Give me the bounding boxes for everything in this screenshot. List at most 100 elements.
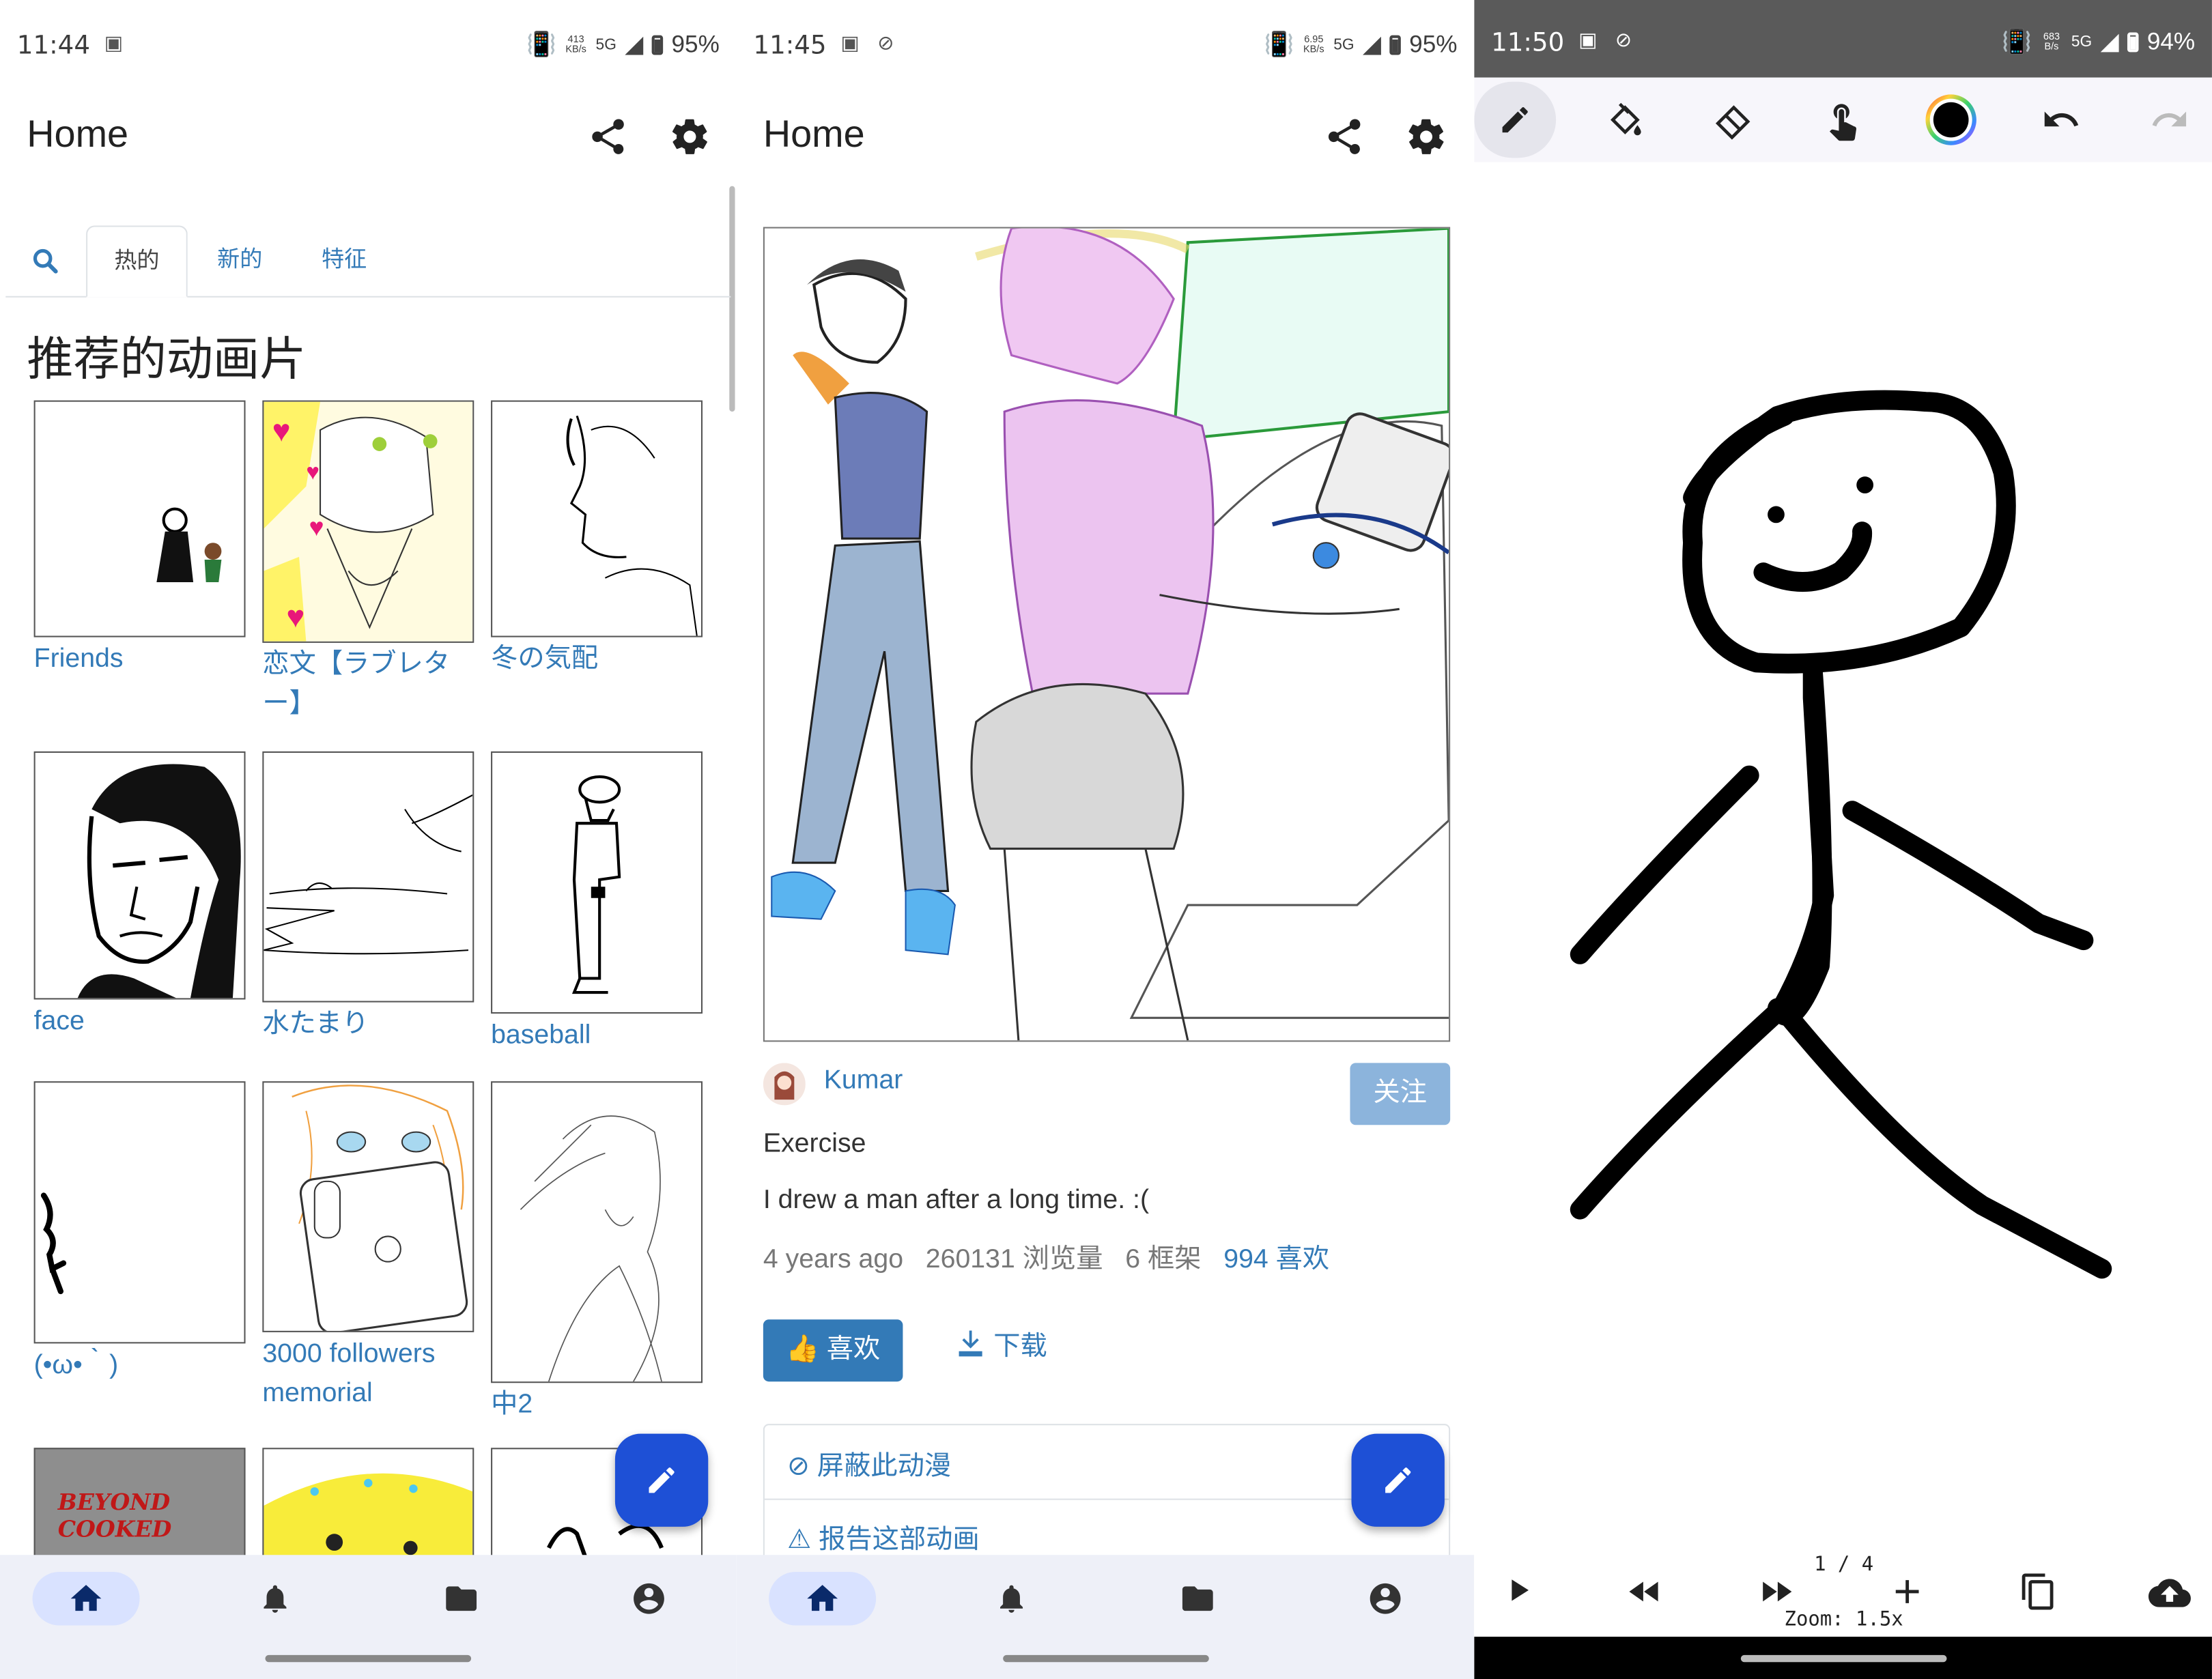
status-bar: 11:50 ▣ ⊘ 📳 683 B/s 5G 94%	[1474, 0, 2212, 78]
nav-home[interactable]	[32, 1572, 140, 1626]
nav-notifications[interactable]	[958, 1572, 1065, 1625]
app-bar: Home	[0, 90, 737, 180]
tab-new[interactable]: 新的	[197, 225, 282, 296]
nav-profile[interactable]	[595, 1572, 703, 1625]
network-speed: 413 KB/s	[565, 35, 586, 55]
animation-thumbnail[interactable]	[491, 400, 703, 637]
animation-thumbnail[interactable]	[491, 751, 703, 1014]
tab-hot[interactable]: 热的	[86, 225, 188, 298]
like-count[interactable]: 994 喜欢	[1223, 1245, 1329, 1274]
like-button[interactable]: 👍 喜欢	[763, 1319, 903, 1382]
nav-notifications[interactable]	[221, 1572, 328, 1625]
move-tool[interactable]	[1802, 82, 1884, 158]
animation-canvas[interactable]	[763, 227, 1451, 1042]
create-fab[interactable]	[1351, 1433, 1445, 1527]
gear-icon[interactable]	[1405, 115, 1447, 158]
animation-thumbnail[interactable]	[33, 400, 246, 637]
gear-icon[interactable]	[668, 115, 711, 158]
animation-card[interactable]: 冬の気配	[491, 400, 703, 680]
play-icon	[1512, 1579, 1529, 1601]
fill-tool[interactable]	[1584, 82, 1666, 158]
animation-stats: 4 years ago 260131 浏览量 6 框架 994 喜欢	[763, 1238, 1329, 1276]
scrollbar[interactable]	[729, 186, 735, 412]
status-time: 11:44	[16, 31, 90, 61]
svg-text:♥: ♥	[306, 459, 320, 485]
animation-card[interactable]: 中2	[491, 1081, 703, 1425]
drawing-canvas[interactable]	[1474, 162, 2212, 1544]
gesture-bar	[1740, 1654, 1946, 1663]
animation-title[interactable]: face	[34, 1003, 246, 1042]
animation-thumbnail[interactable]: ♥ ♥ ♥ ♥	[262, 400, 474, 643]
report-animation-item[interactable]: ⚠ 报告这部动画	[787, 1519, 980, 1557]
color-picker[interactable]	[1910, 82, 1992, 158]
animation-card[interactable]: 3000 followers memorial	[262, 1081, 474, 1413]
battery-level: 95%	[671, 31, 720, 58]
previous-frame-button[interactable]	[1625, 1572, 1664, 1618]
nav-folder[interactable]	[1144, 1572, 1251, 1625]
follow-button[interactable]: 关注	[1350, 1063, 1451, 1125]
animation-title[interactable]: (•ω•｀)	[34, 1347, 246, 1386]
block-animation-item[interactable]: ⊘ 屏蔽此动漫	[787, 1445, 951, 1483]
tab-featured[interactable]: 特征	[302, 225, 386, 296]
signal-icon	[625, 35, 644, 55]
signal-icon	[1362, 35, 1381, 55]
network-type: 5G	[2071, 33, 2093, 51]
animation-card[interactable]: baseball	[491, 751, 703, 1056]
drawing-editor-panel: 11:50 ▣ ⊘ 📳 683 B/s 5G 94% 1 / 4 Zoom: 1…	[1474, 0, 2212, 1679]
vibrate-icon: 📳	[2002, 28, 2032, 55]
download-icon	[959, 1330, 982, 1357]
thumbs-up-icon: 👍	[785, 1335, 819, 1365]
animation-thumbnail[interactable]	[491, 1081, 703, 1383]
animation-card[interactable]: ♥ ♥ ♥ ♥ 恋文【ラブレター】	[262, 400, 474, 725]
share-icon[interactable]	[1323, 115, 1365, 158]
battery-icon	[651, 35, 664, 55]
animation-thumbnail[interactable]	[33, 751, 246, 1000]
animation-card[interactable]: face	[33, 751, 246, 1042]
redo-button[interactable]	[2129, 82, 2211, 158]
home-icon	[70, 1585, 102, 1611]
sync-icon: ⊘	[877, 31, 894, 54]
animation-card[interactable]: 水たまり	[262, 751, 474, 1045]
nav-home[interactable]	[769, 1572, 877, 1626]
animation-title[interactable]: 恋文【ラブレター】	[262, 646, 474, 725]
create-fab[interactable]	[614, 1433, 709, 1527]
search-icon[interactable]	[31, 246, 59, 274]
pen-tool[interactable]	[1474, 81, 1557, 158]
bottom-navigation	[736, 1555, 1475, 1679]
nav-profile[interactable]	[1332, 1572, 1439, 1625]
animation-thumbnail[interactable]	[262, 1081, 474, 1332]
animation-title: Exercise	[763, 1129, 866, 1159]
author-avatar[interactable]	[763, 1063, 806, 1106]
animation-card[interactable]: (•ω•｀)	[33, 1081, 246, 1386]
app-bar: Home	[737, 90, 1475, 180]
animation-thumbnail[interactable]	[262, 751, 474, 1003]
duplicate-frame-button[interactable]	[2019, 1572, 2058, 1618]
undo-button[interactable]	[2020, 82, 2102, 158]
upload-button[interactable]	[2148, 1572, 2191, 1621]
system-navigation-bar	[1474, 1637, 2212, 1679]
animation-title[interactable]: Friends	[34, 640, 246, 680]
gesture-bar	[1002, 1654, 1208, 1663]
nav-folder[interactable]	[408, 1572, 515, 1625]
page-title: Home	[763, 113, 865, 156]
undo-icon	[2044, 111, 2079, 127]
folder-icon	[1182, 1586, 1213, 1611]
animation-title[interactable]: 冬の気配	[491, 640, 703, 680]
download-label: 下载	[993, 1332, 1047, 1362]
author-name[interactable]: Kumar	[824, 1066, 903, 1097]
pencil-icon	[1502, 106, 1528, 133]
animation-card[interactable]: Friends	[33, 400, 246, 680]
animation-title[interactable]: 水たまり	[262, 1005, 474, 1045]
signal-icon	[2100, 33, 2119, 52]
play-button[interactable]	[1499, 1572, 1536, 1616]
share-icon[interactable]	[587, 115, 629, 158]
animation-description: I drew a man after a long time. :(	[763, 1186, 1150, 1216]
animation-title[interactable]: 3000 followers memorial	[262, 1335, 474, 1414]
animation-title[interactable]: 中2	[491, 1386, 703, 1425]
eraser-tool[interactable]	[1693, 82, 1775, 158]
animation-thumbnail[interactable]	[33, 1081, 246, 1344]
animation-title[interactable]: baseball	[491, 1016, 703, 1056]
view-count: 260131 浏览量	[925, 1244, 1103, 1275]
download-button[interactable]: 下载	[955, 1325, 1047, 1364]
pencil-icon	[1385, 1467, 1411, 1493]
